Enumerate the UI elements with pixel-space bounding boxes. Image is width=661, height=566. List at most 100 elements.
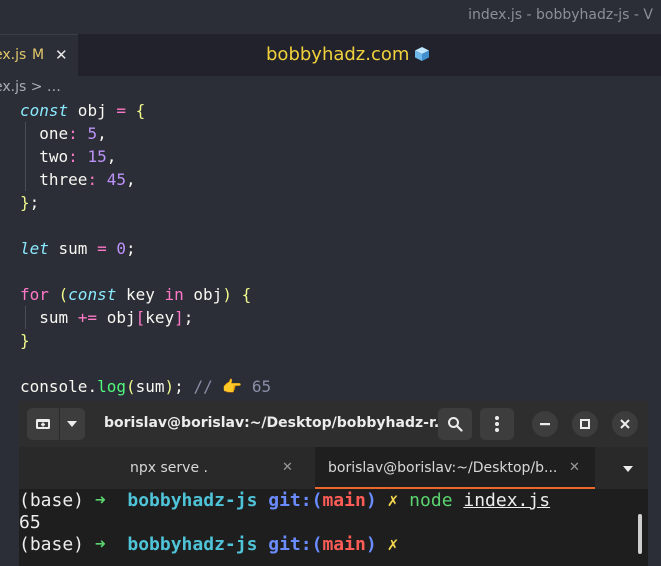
code-comment: 65 xyxy=(242,377,272,396)
code-line-1: const obj = { xyxy=(20,99,145,122)
code-token: : xyxy=(87,170,98,189)
prompt-git: ) xyxy=(365,490,377,511)
terminal-window: borislav@borislav:~/Desktop/bobbyhadz-r.… xyxy=(19,401,648,566)
code-token: for xyxy=(20,285,49,304)
terminal-tab-npx-serve[interactable]: npx serve . ✕ xyxy=(19,447,315,489)
editor-title-bar: index.js - bobbyhadz-js - V xyxy=(0,0,661,34)
editor-tab-index-js[interactable]: ex.js M ✕ xyxy=(0,34,78,76)
code-line-13: console.log(sum); // 👉 65 xyxy=(20,375,271,398)
modified-indicator: M xyxy=(32,47,45,63)
code-token: obj xyxy=(68,101,117,120)
code-token: ) xyxy=(164,377,175,396)
conda-env: (base) xyxy=(19,490,95,511)
breadcrumb[interactable]: ex.js > … xyxy=(0,79,61,95)
code-token: const xyxy=(20,101,69,120)
code-token: one xyxy=(20,124,69,143)
code-token: [ xyxy=(135,308,146,327)
chevron-down-icon[interactable] xyxy=(66,420,78,428)
code-token: console xyxy=(20,377,88,396)
code-token: ; xyxy=(125,239,136,258)
code-token: 45 xyxy=(97,170,126,189)
cube-icon xyxy=(415,47,430,61)
code-line-5: }; xyxy=(20,191,39,214)
conda-env: (base) xyxy=(19,534,95,555)
terminal-line-1: (base) ➜ bobbyhadz-js git:(main) ✗ node … xyxy=(19,490,550,512)
code-token: } xyxy=(20,331,30,350)
menu-button[interactable] xyxy=(480,408,514,440)
prompt-arrow-icon: ➜ xyxy=(94,490,106,511)
dirty-mark-icon: ✗ xyxy=(376,534,399,555)
code-token: += xyxy=(77,308,98,327)
terminal-tab-label: npx serve . xyxy=(130,460,208,476)
code-token: obj xyxy=(97,308,136,327)
code-token: , xyxy=(97,124,107,143)
button-divider xyxy=(59,408,60,440)
terminal-tab-bar: npx serve . ✕ borislav@borislav:~/Deskto… xyxy=(19,447,648,489)
prompt-git: git:( xyxy=(257,490,323,511)
maximize-icon xyxy=(580,419,590,429)
code-editor[interactable]: const obj = { one: 5, two: 15, three: 45… xyxy=(0,99,661,399)
editor-tab-label: ex.js xyxy=(0,47,27,63)
command: node xyxy=(398,490,453,511)
code-token: ; xyxy=(183,308,194,327)
kebab-menu-icon xyxy=(495,416,499,432)
code-token: sum xyxy=(135,377,165,396)
code-token: sum xyxy=(48,239,98,258)
code-token: in xyxy=(164,285,184,304)
minimize-icon xyxy=(540,423,550,426)
terminal-tab-label: borislav@borislav:~/Desktop/b... xyxy=(328,460,558,476)
code-token: obj xyxy=(183,285,223,304)
code-token: 5 xyxy=(77,124,98,143)
command-argument: index.js xyxy=(463,490,551,511)
code-line-11: } xyxy=(20,329,30,352)
code-token: 15 xyxy=(77,147,107,166)
code-token: { xyxy=(125,101,146,120)
code-line-2: one: 5, xyxy=(20,122,107,145)
code-token: key xyxy=(145,308,175,327)
tabs-dropdown-icon[interactable] xyxy=(622,465,634,473)
code-token: = xyxy=(97,239,107,258)
prompt-directory: bobbyhadz-js xyxy=(105,490,258,511)
code-line-7: let sum = 0; xyxy=(20,237,136,260)
prompt-arrow-icon: ➜ xyxy=(94,534,106,555)
close-tab-icon[interactable]: ✕ xyxy=(55,35,68,75)
terminal-title: borislav@borislav:~/Desktop/bobbyhadz-r.… xyxy=(104,415,450,431)
code-token: } xyxy=(20,193,30,212)
close-tab-icon[interactable]: ✕ xyxy=(569,447,580,489)
code-token: , xyxy=(125,170,136,189)
code-comment: // xyxy=(183,377,223,396)
window-title: index.js - bobbyhadz-js - V xyxy=(468,7,653,23)
code-token: sum xyxy=(20,308,78,327)
close-icon xyxy=(620,419,630,429)
terminal-line-2: 65 xyxy=(19,512,41,533)
code-token: ( xyxy=(48,285,69,304)
prompt-git: git:( xyxy=(257,534,323,555)
maximize-button[interactable] xyxy=(572,411,598,437)
terminal-scrollbar[interactable] xyxy=(638,514,642,554)
code-token: ; xyxy=(29,193,40,212)
command-space xyxy=(453,490,464,511)
terminal-line-3: (base) ➜ bobbyhadz-js git:(main) ✗ xyxy=(19,534,398,556)
code-token: = xyxy=(116,101,126,120)
close-window-button[interactable] xyxy=(612,411,638,437)
terminal-output[interactable]: (base) ➜ bobbyhadz-js git:(main) ✗ node … xyxy=(19,489,648,566)
search-button[interactable] xyxy=(438,408,472,440)
code-token: two xyxy=(20,147,69,166)
code-token: three xyxy=(20,170,88,189)
code-token: key xyxy=(116,285,165,304)
new-tab-button[interactable] xyxy=(27,408,85,440)
prompt-branch: main xyxy=(322,534,366,555)
code-token: log xyxy=(97,377,126,396)
code-token: ( xyxy=(125,377,136,396)
minimize-button[interactable] xyxy=(532,411,558,437)
code-line-10: sum += obj[key]; xyxy=(20,306,193,329)
code-token: let xyxy=(20,239,49,258)
new-tab-icon xyxy=(36,419,50,429)
code-token: . xyxy=(87,377,98,396)
code-token: ; xyxy=(174,377,184,396)
close-tab-icon[interactable]: ✕ xyxy=(282,447,293,489)
terminal-tab-borislav[interactable]: borislav@borislav:~/Desktop/b... ✕ xyxy=(315,447,595,489)
dirty-mark-icon: ✗ xyxy=(376,490,399,511)
pointing-hand-icon: 👉 xyxy=(222,377,243,396)
code-line-4: three: 45, xyxy=(20,168,136,191)
